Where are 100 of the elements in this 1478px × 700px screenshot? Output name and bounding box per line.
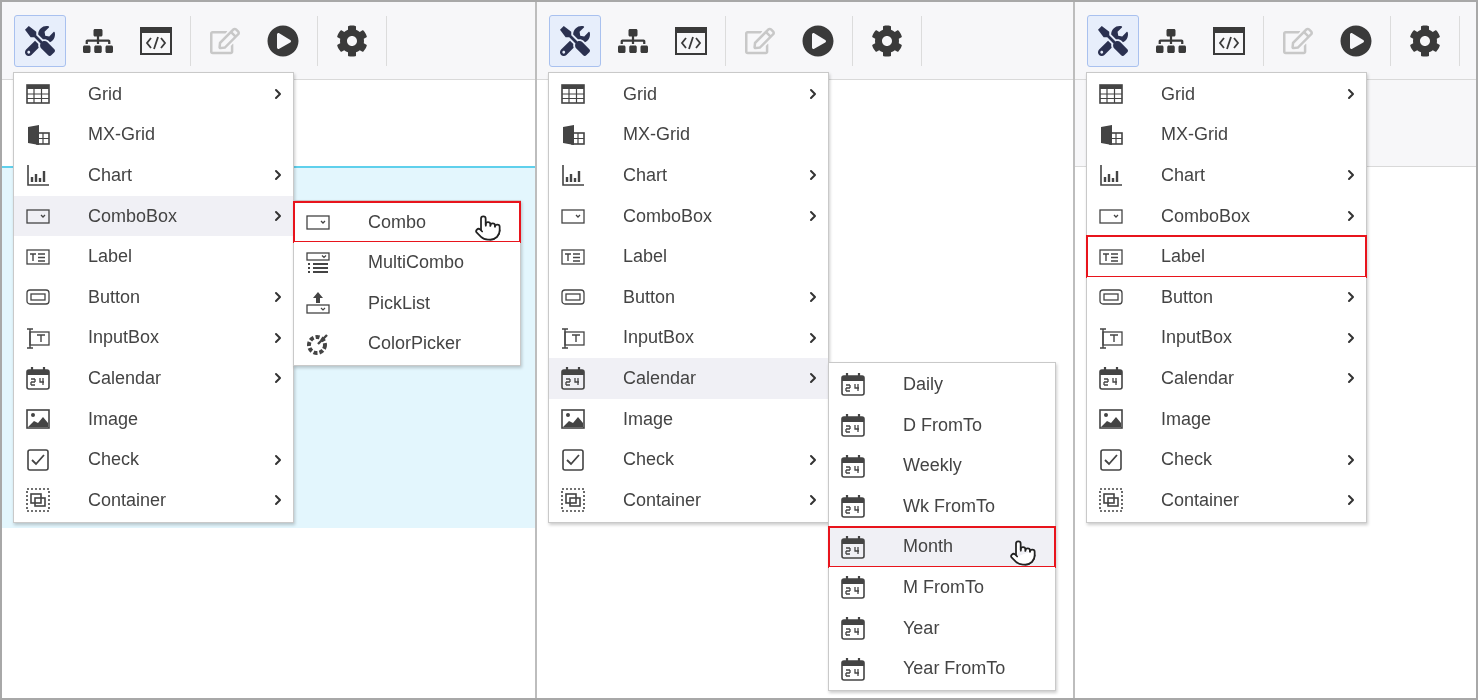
tools-icon [25, 25, 55, 56]
menu-item[interactable]: Grid [549, 74, 828, 115]
list-dropdown-icon [305, 249, 331, 276]
menu-item[interactable]: Grid [1087, 74, 1366, 115]
menu-item[interactable]: ComboBox [14, 195, 293, 237]
calendar-icon [840, 533, 866, 560]
menu-item-label: Image [623, 407, 674, 431]
menu-item[interactable]: Button [14, 276, 293, 318]
menu-item-label: ComboBox [623, 204, 713, 228]
container-icon [1098, 487, 1124, 514]
menu-item-label: Grid [88, 82, 122, 106]
menu-item-label: Chart [623, 164, 667, 187]
menu-item[interactable]: Label [1087, 236, 1366, 277]
menu-item-label: MultiCombo [368, 251, 465, 275]
bar-chart-icon [25, 162, 51, 189]
menu-item[interactable]: InputBox [14, 317, 293, 359]
tools-icon [1098, 25, 1128, 56]
menu-item[interactable]: MX-Grid [549, 114, 828, 156]
menu-item-label: Weekly [903, 454, 962, 478]
menu-item[interactable]: Container [549, 479, 828, 521]
menu-item[interactable]: M FromTo [829, 567, 1055, 608]
menu-item[interactable]: InputBox [549, 317, 828, 359]
menu-item[interactable]: ComboBox [549, 195, 828, 237]
code-window-icon [1213, 26, 1245, 55]
menu-item[interactable]: Year FromTo [829, 648, 1055, 689]
menu-item-label: Month [903, 535, 954, 559]
menu-item[interactable]: Label [549, 236, 828, 277]
menu-item-label: Daily [903, 373, 943, 396]
menu-item-label: ComboBox [88, 204, 178, 228]
menu-item-label: Chart [88, 164, 132, 187]
toolbar-button[interactable] [14, 14, 66, 67]
edit-icon [1283, 25, 1313, 56]
menu-item[interactable]: D FromTo [829, 404, 1055, 446]
menu-item[interactable]: Check [1087, 439, 1366, 480]
menu-item[interactable]: InputBox [1087, 317, 1366, 359]
menu-item-label: Button [1161, 285, 1214, 309]
calendar-icon [840, 371, 866, 398]
edit-icon [210, 25, 240, 56]
menu-item-label: Container [88, 488, 167, 512]
menu-item-label: Check [1161, 448, 1213, 472]
menu-item-label: Calendar [1161, 366, 1235, 390]
menu-item[interactable]: Month [829, 526, 1055, 568]
menu-item[interactable]: Calendar [1087, 358, 1366, 399]
toolbar-button[interactable] [549, 14, 601, 67]
edit-icon [745, 25, 775, 56]
menu-item[interactable]: Button [1087, 276, 1366, 318]
menu-item[interactable]: Wk FromTo [829, 485, 1055, 527]
menu-item-label: Combo [368, 210, 427, 234]
bar-chart-icon [560, 162, 586, 189]
menu-item[interactable]: Container [1087, 479, 1366, 521]
menu-item-label: Image [1161, 407, 1212, 431]
menu-item[interactable]: Check [549, 439, 828, 480]
menu-item[interactable]: Container [14, 479, 293, 521]
menu-item-label: Wk FromTo [903, 494, 995, 518]
menu-item-label: Year FromTo [903, 657, 1006, 681]
menu-item[interactable]: Check [14, 439, 293, 480]
menu-item-label: Calendar [88, 366, 162, 390]
menu-item-label: Calendar [623, 366, 697, 390]
menu-item[interactable]: Year [829, 607, 1055, 649]
menu-item-label: Chart [1161, 164, 1205, 187]
menu-item[interactable]: Button [549, 276, 828, 318]
menu-item-label: ComboBox [1161, 204, 1251, 228]
menu-item[interactable]: Calendar [14, 358, 293, 399]
code-window-icon [140, 26, 172, 55]
menu-item[interactable]: Weekly [829, 445, 1055, 486]
settings-icon [871, 24, 903, 57]
menu-item[interactable]: Image [14, 398, 293, 440]
menu-item[interactable]: Daily [829, 364, 1055, 405]
menu-item[interactable]: MX-Grid [14, 114, 293, 156]
menu-item-label: Year [903, 616, 940, 640]
menu-item[interactable]: Chart [1087, 155, 1366, 196]
toolbar-button[interactable] [1087, 14, 1139, 67]
menu-item[interactable]: Grid [14, 74, 293, 115]
menu-item[interactable]: Image [1087, 398, 1366, 440]
menu-item-label: Check [88, 448, 140, 472]
upload-list-icon [305, 290, 331, 317]
menu-item[interactable]: Image [549, 398, 828, 440]
calendar-icon [1098, 365, 1124, 392]
menu-item-label: Label [1161, 245, 1206, 269]
menu-item[interactable]: PickList [294, 283, 520, 324]
menu-item-label: Image [88, 407, 139, 431]
container-icon [560, 487, 586, 514]
menu-item[interactable]: ComboBox [1087, 195, 1366, 237]
settings-icon [336, 24, 368, 57]
settings-icon [1409, 24, 1441, 57]
menu-item-label: ColorPicker [368, 332, 462, 356]
menu-item[interactable]: Combo [294, 201, 520, 243]
menu-item[interactable]: Chart [549, 155, 828, 196]
calendar-icon [840, 615, 866, 642]
calendar-icon [560, 365, 586, 392]
menu-item[interactable]: Calendar [549, 358, 828, 399]
menu-item[interactable]: MultiCombo [294, 242, 520, 283]
calendar-icon [25, 365, 51, 392]
menu-item[interactable]: MX-Grid [1087, 114, 1366, 156]
menu-item[interactable]: Label [14, 236, 293, 277]
menu-item-label: PickList [368, 291, 430, 315]
menu-item[interactable]: ColorPicker [294, 323, 520, 365]
menu-item[interactable]: Chart [14, 155, 293, 196]
play-icon [1340, 24, 1372, 57]
menu-item-label: MX-Grid [1161, 123, 1228, 147]
